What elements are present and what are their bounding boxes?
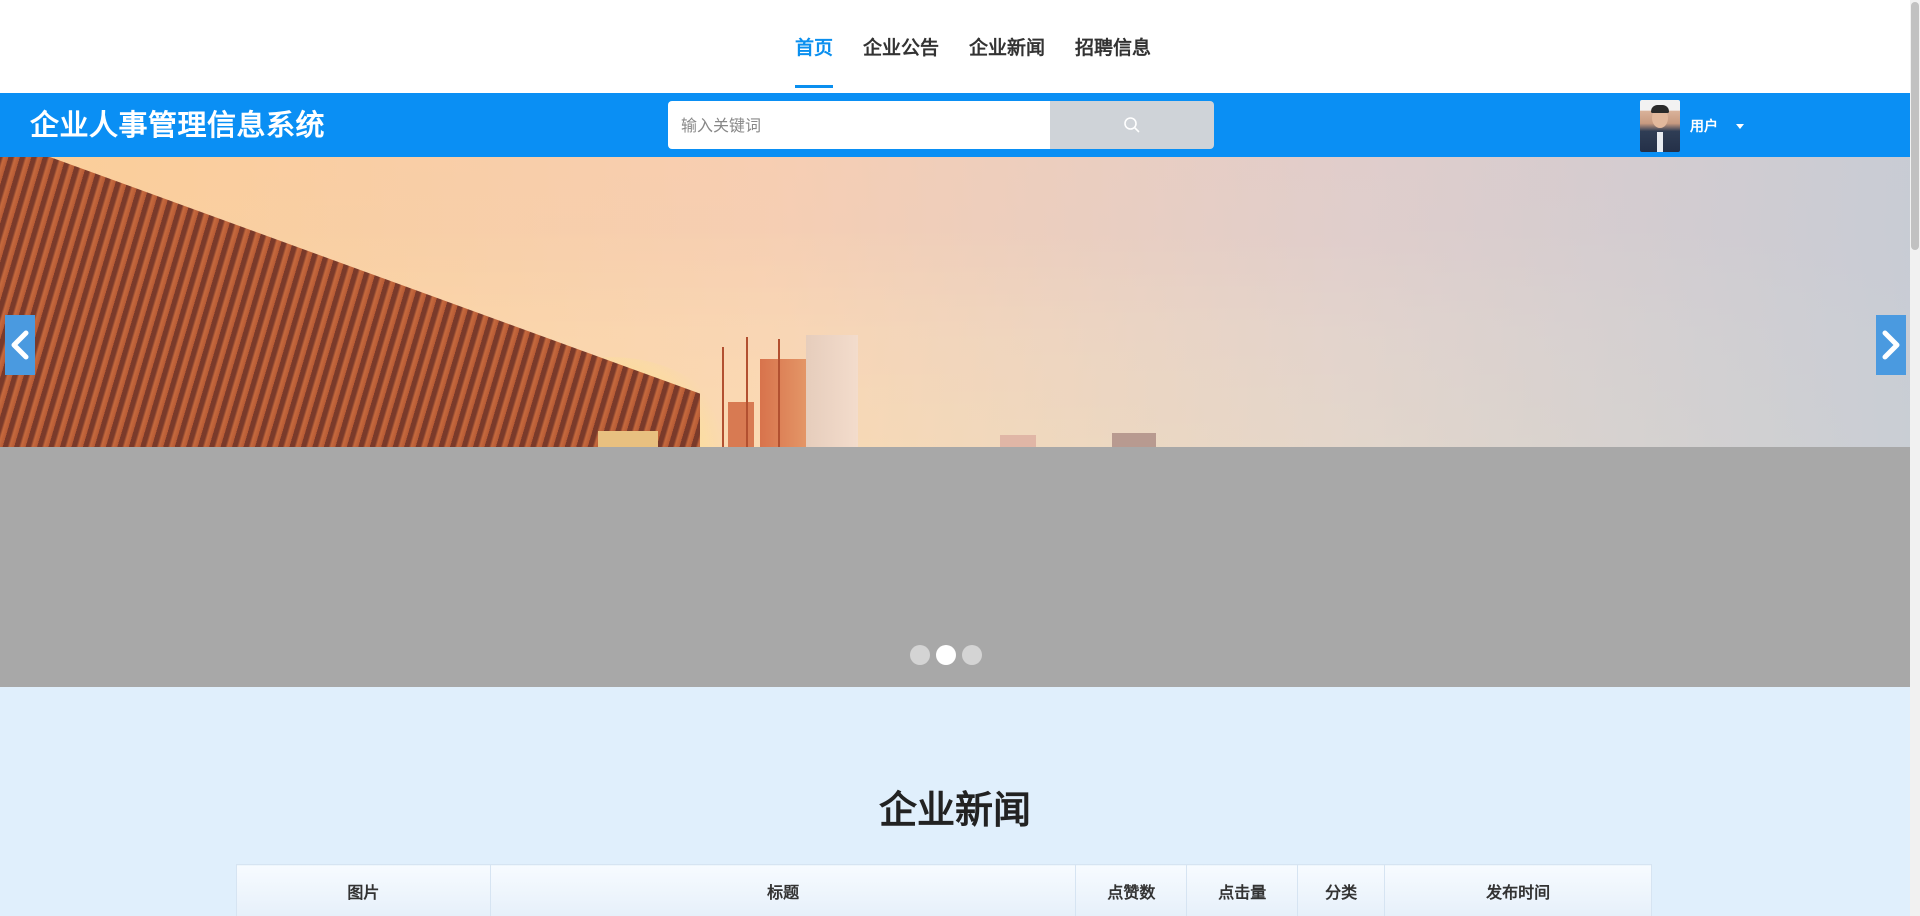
nav-item-announcements[interactable]: 企业公告 bbox=[848, 0, 954, 93]
section-title: 企业新闻 bbox=[878, 788, 1031, 832]
nav-menu: 首页 企业公告 企业新闻 招聘信息 bbox=[780, 0, 1166, 93]
user-name: 用户 bbox=[1690, 119, 1718, 135]
column-header-image: 图片 bbox=[236, 864, 491, 916]
nav-item-news[interactable]: 企业新闻 bbox=[954, 0, 1060, 93]
column-header-title: 标题 bbox=[489, 864, 1077, 916]
search-button[interactable] bbox=[1050, 101, 1214, 149]
scrollbar-thumb[interactable] bbox=[1911, 2, 1919, 250]
chevron-left-icon bbox=[11, 330, 29, 360]
site-logo[interactable]: 企业人事管理信息系统 bbox=[30, 93, 325, 157]
column-header-clicks: 点击量 bbox=[1186, 864, 1299, 916]
banner-image bbox=[0, 157, 1910, 447]
carousel-dot-3[interactable] bbox=[962, 645, 982, 665]
chevron-right-icon bbox=[1882, 330, 1900, 360]
header-bar: 企业人事管理信息系统 用户 bbox=[0, 93, 1910, 157]
carousel-dot-2[interactable] bbox=[936, 645, 956, 665]
nav-item-recruitment[interactable]: 招聘信息 bbox=[1060, 0, 1166, 93]
page-scrollbar[interactable] bbox=[1910, 0, 1920, 916]
carousel-next-button[interactable] bbox=[1876, 315, 1906, 375]
carousel-indicators bbox=[910, 645, 982, 665]
search-input[interactable] bbox=[668, 101, 1050, 149]
banner-carousel bbox=[0, 157, 1910, 687]
caret-down-icon bbox=[1736, 123, 1744, 129]
search-icon bbox=[1124, 117, 1140, 133]
avatar bbox=[1640, 100, 1680, 152]
column-header-likes: 点赞数 bbox=[1075, 864, 1188, 916]
search-bar bbox=[668, 101, 1214, 149]
carousel-prev-button[interactable] bbox=[5, 315, 35, 375]
news-table: 图片 标题 点赞数 点击量 分类 发布时间 bbox=[236, 864, 1652, 916]
user-menu[interactable]: 用户 bbox=[1640, 99, 1744, 153]
carousel-dot-1[interactable] bbox=[910, 645, 930, 665]
top-navigation: 首页 企业公告 企业新闻 招聘信息 bbox=[0, 0, 1910, 93]
table-header-row: 图片 标题 点赞数 点击量 分类 发布时间 bbox=[236, 864, 1652, 916]
column-header-category: 分类 bbox=[1297, 864, 1386, 916]
column-header-publish-time: 发布时间 bbox=[1384, 864, 1652, 916]
news-section: 企业新闻 图片 标题 点赞数 点击量 分类 发布时间 bbox=[0, 687, 1910, 916]
nav-item-home[interactable]: 首页 bbox=[780, 0, 848, 93]
